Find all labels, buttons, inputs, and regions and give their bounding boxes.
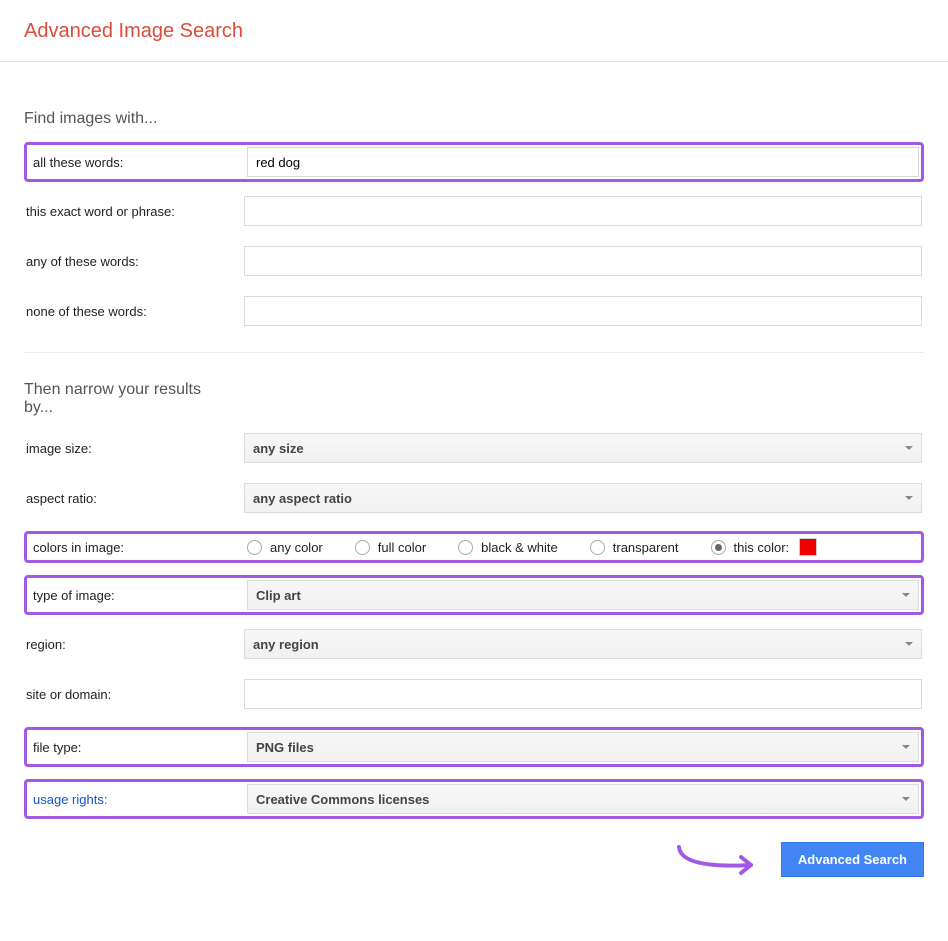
all-words-input[interactable] — [247, 147, 919, 177]
site-label: site or domain: — [26, 687, 244, 702]
exact-label: this exact word or phrase: — [26, 204, 244, 219]
filetype-label: file type: — [29, 740, 247, 755]
filetype-select[interactable]: PNG files — [247, 732, 919, 762]
radio-label: this color: — [734, 540, 790, 555]
type-select-value: Clip art — [256, 588, 301, 603]
radio-icon — [590, 540, 605, 555]
advanced-search-button[interactable]: Advanced Search — [781, 842, 924, 877]
region-label: region: — [26, 637, 244, 652]
row-aspect-ratio: aspect ratio: any aspect ratio — [24, 481, 924, 515]
none-input[interactable] — [244, 296, 922, 326]
exact-input[interactable] — [244, 196, 922, 226]
radio-label: any color — [270, 540, 323, 555]
row-exact-phrase: this exact word or phrase: — [24, 194, 924, 228]
usage-select-value: Creative Commons licenses — [256, 792, 429, 807]
any-input[interactable] — [244, 246, 922, 276]
size-select-value: any size — [253, 441, 304, 456]
row-none-words: none of these words: — [24, 294, 924, 328]
radio-label: full color — [378, 540, 426, 555]
page-header: Advanced Image Search — [0, 0, 948, 62]
row-usage-rights: usage rights: Creative Commons licenses — [24, 779, 924, 819]
aspect-select-value: any aspect ratio — [253, 491, 352, 506]
page-title: Advanced Image Search — [24, 20, 924, 43]
row-image-size: image size: any size — [24, 431, 924, 465]
caret-down-icon — [902, 745, 910, 749]
site-input[interactable] — [244, 679, 922, 709]
usage-select[interactable]: Creative Commons licenses — [247, 784, 919, 814]
radio-icon — [711, 540, 726, 555]
radio-icon — [355, 540, 370, 555]
row-image-type: type of image: Clip art — [24, 575, 924, 615]
row-colors: colors in image: any color full color bl… — [24, 531, 924, 563]
radio-label: black & white — [481, 540, 558, 555]
divider — [24, 352, 924, 353]
form-content: Find images with... all these words: thi… — [0, 62, 948, 909]
colors-radio-group: any color full color black & white trans… — [247, 538, 919, 556]
radio-full-color[interactable]: full color — [355, 540, 426, 555]
radio-icon — [458, 540, 473, 555]
aspect-label: aspect ratio: — [26, 491, 244, 506]
radio-black-white[interactable]: black & white — [458, 540, 558, 555]
row-region: region: any region — [24, 627, 924, 661]
annotation-arrow-icon — [671, 839, 771, 879]
radio-label: transparent — [613, 540, 679, 555]
region-select-value: any region — [253, 637, 319, 652]
row-any-words: any of these words: — [24, 244, 924, 278]
colors-label: colors in image: — [29, 540, 247, 555]
radio-this-color[interactable]: this color: — [711, 538, 818, 556]
row-file-type: file type: PNG files — [24, 727, 924, 767]
row-site-domain: site or domain: — [24, 677, 924, 711]
narrow-section-title: Then narrow your results by... — [24, 381, 234, 417]
any-label: any of these words: — [26, 254, 244, 269]
caret-down-icon — [905, 496, 913, 500]
size-select[interactable]: any size — [244, 433, 922, 463]
row-all-words: all these words: — [24, 142, 924, 182]
footer-row: Advanced Search — [24, 839, 924, 879]
color-swatch[interactable] — [799, 538, 817, 556]
caret-down-icon — [902, 593, 910, 597]
caret-down-icon — [905, 642, 913, 646]
region-select[interactable]: any region — [244, 629, 922, 659]
filetype-select-value: PNG files — [256, 740, 314, 755]
radio-any-color[interactable]: any color — [247, 540, 323, 555]
none-label: none of these words: — [26, 304, 244, 319]
all-words-label: all these words: — [29, 155, 247, 170]
find-section-title: Find images with... — [24, 110, 234, 128]
size-label: image size: — [26, 441, 244, 456]
radio-icon — [247, 540, 262, 555]
type-select[interactable]: Clip art — [247, 580, 919, 610]
type-label: type of image: — [29, 588, 247, 603]
caret-down-icon — [902, 797, 910, 801]
usage-label[interactable]: usage rights: — [29, 792, 247, 807]
aspect-select[interactable]: any aspect ratio — [244, 483, 922, 513]
radio-transparent[interactable]: transparent — [590, 540, 679, 555]
caret-down-icon — [905, 446, 913, 450]
